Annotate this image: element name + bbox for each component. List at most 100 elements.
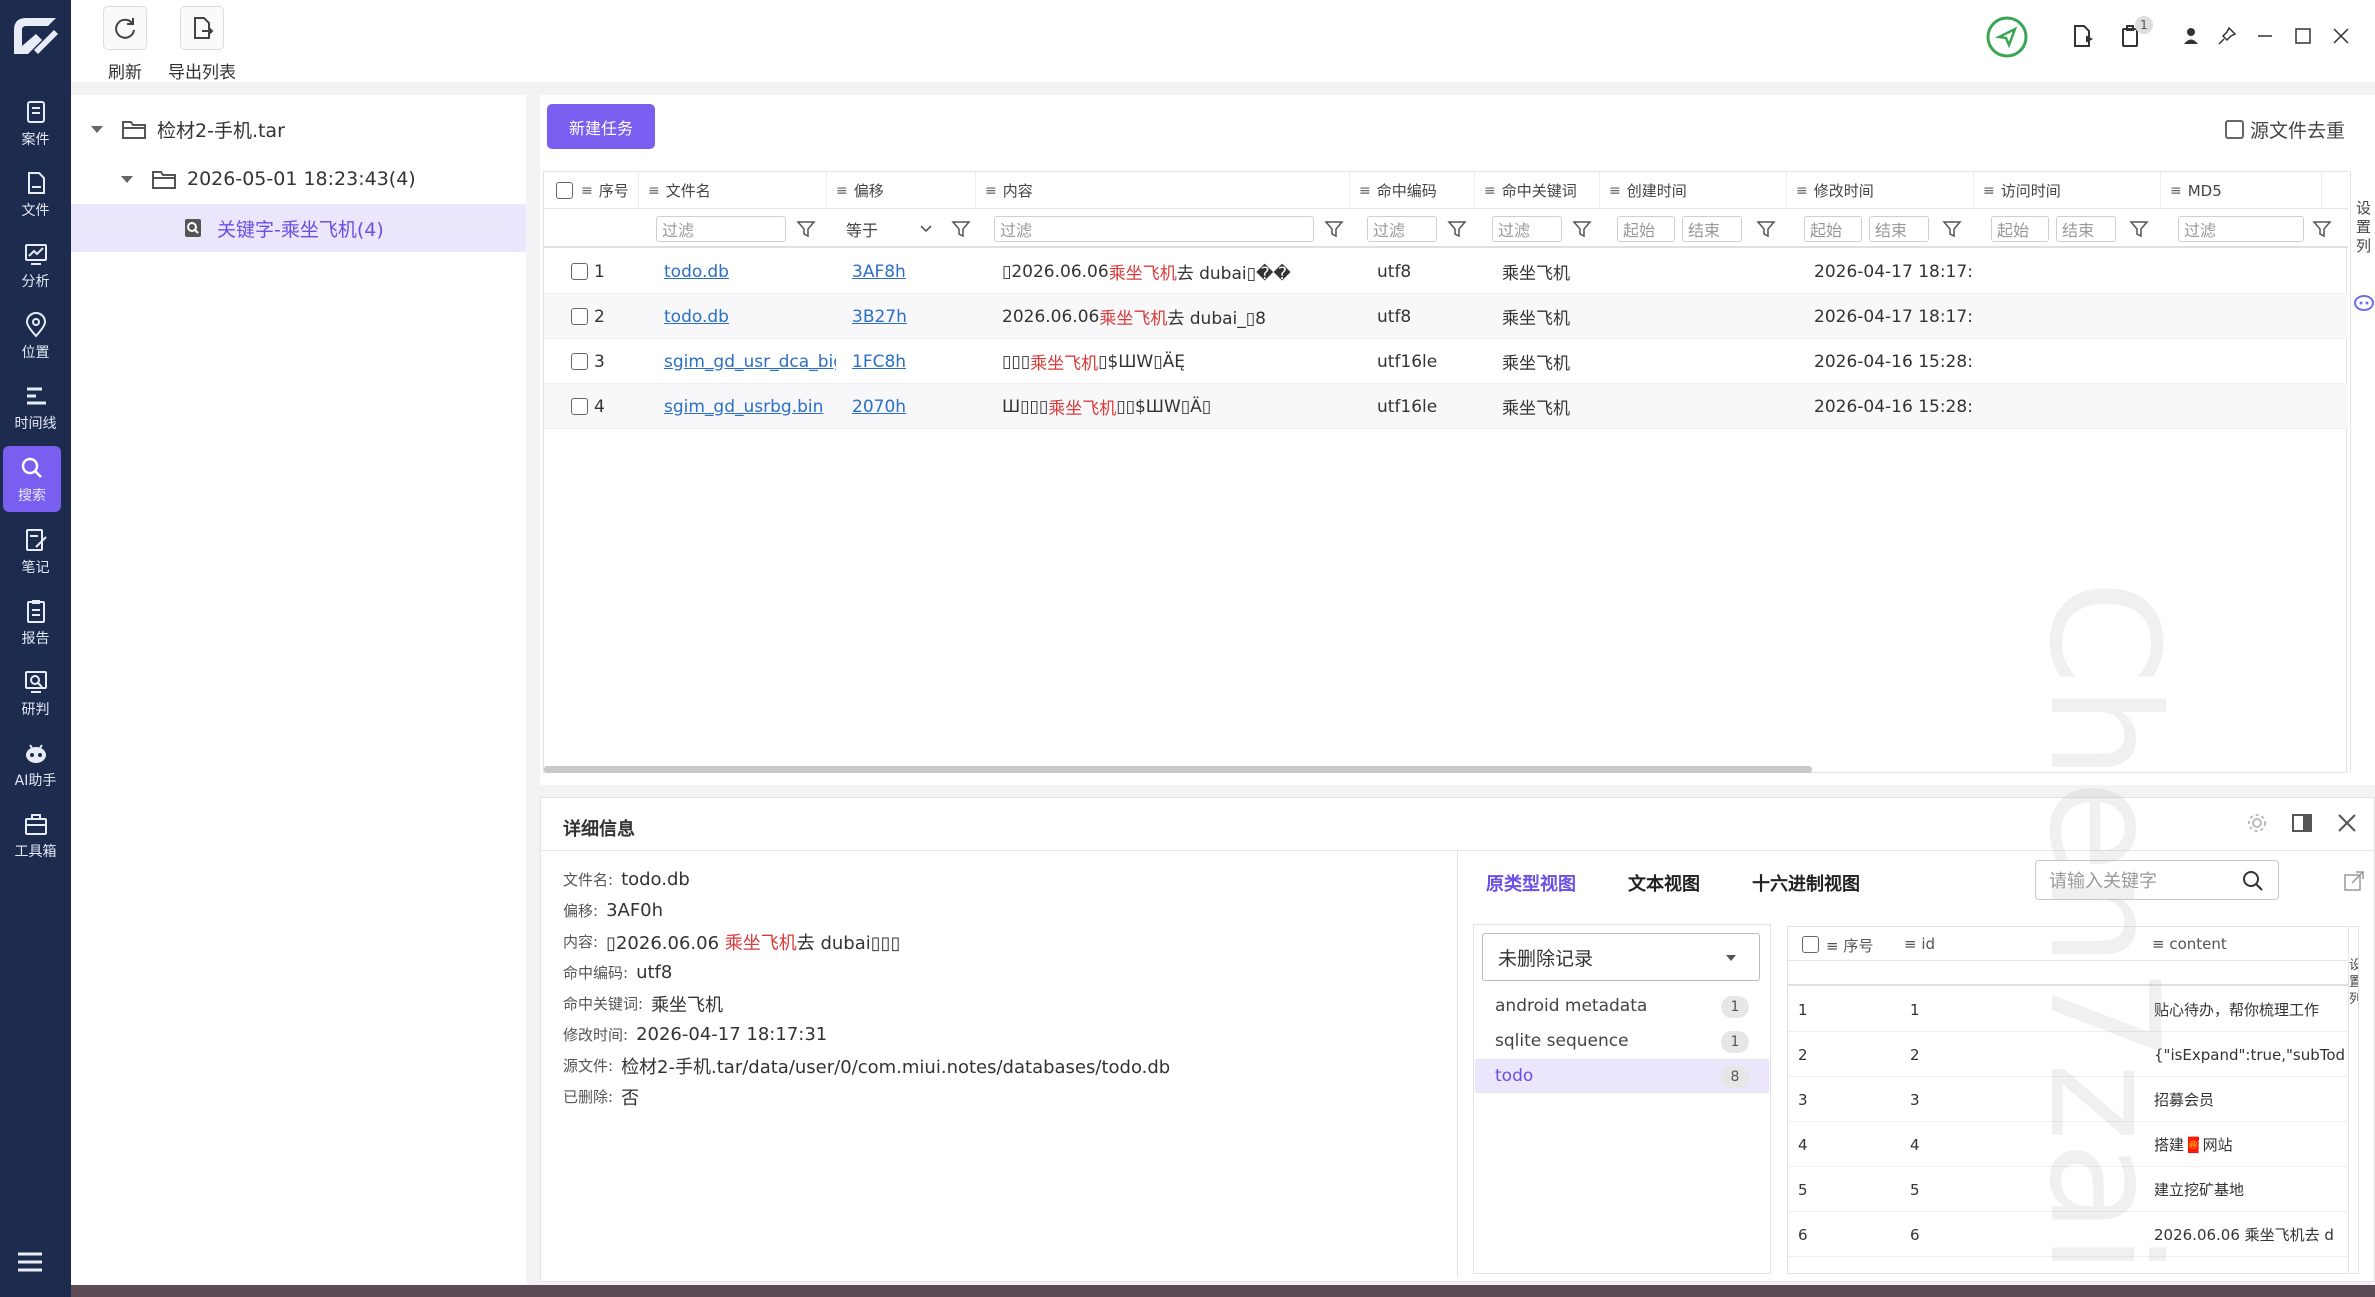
dedup-toggle[interactable]: 源文件去重 bbox=[2224, 116, 2345, 143]
table-row[interactable]: 4 4 搭建🧧网站 bbox=[1788, 1122, 2348, 1167]
nav-judge[interactable]: 研判 bbox=[0, 660, 71, 726]
file-link[interactable]: sgim_gd_usr_dca_bigra bbox=[664, 339, 836, 384]
settings-column-tab[interactable]: 设置列 bbox=[2348, 927, 2358, 1273]
filter-modified-end[interactable]: 结束 bbox=[1869, 216, 1929, 242]
new-task-button[interactable]: 新建任务 bbox=[547, 104, 655, 149]
col-header-content[interactable]: ≡ 内容 bbox=[977, 172, 1350, 209]
dedup-checkbox[interactable] bbox=[2224, 120, 2244, 139]
col-header-index[interactable]: ≡ 序号 bbox=[544, 172, 639, 209]
nav-search[interactable]: 搜索 bbox=[3, 446, 61, 512]
table-row[interactable]: 3 sgim_gd_usr_dca_bigra 1FC8h ▯▯▯乘坐飞机 ▯$… bbox=[544, 339, 2348, 384]
filter-content[interactable]: 过滤 bbox=[994, 216, 1314, 242]
col-header-seq[interactable]: ≡ 序号 bbox=[1826, 935, 1873, 956]
nav-notes[interactable]: 笔记 bbox=[0, 518, 71, 584]
tree-node-child[interactable]: 2026-05-01 18:23:43(4) bbox=[119, 159, 416, 199]
tree-node-root[interactable]: 检材2-手机.tar bbox=[89, 109, 285, 149]
refresh-button[interactable]: 刷新 bbox=[103, 6, 147, 83]
offset-link[interactable]: 3B27h bbox=[852, 294, 907, 339]
file-link[interactable]: todo.db bbox=[664, 249, 824, 294]
close-window-button[interactable] bbox=[2327, 22, 2355, 50]
minimize-button[interactable] bbox=[2251, 22, 2279, 50]
import-button[interactable] bbox=[2069, 22, 2097, 50]
menu-icon[interactable] bbox=[16, 1250, 44, 1274]
filter-created-end[interactable]: 结束 bbox=[1682, 216, 1742, 242]
filter-icon[interactable] bbox=[1756, 219, 1776, 239]
nav-report[interactable]: 报告 bbox=[0, 589, 71, 655]
col-header-encoding[interactable]: ≡ 命中编码 bbox=[1351, 172, 1475, 209]
offset-link[interactable]: 3AF8h bbox=[852, 249, 906, 294]
gear-icon[interactable] bbox=[2246, 812, 2268, 834]
filter-icon[interactable] bbox=[951, 219, 971, 239]
nav-files[interactable]: 文件 bbox=[0, 161, 71, 227]
col-header-filename[interactable]: ≡ 文件名 bbox=[640, 172, 827, 209]
file-link[interactable]: todo.db bbox=[664, 294, 824, 339]
task-list-button[interactable]: 1 bbox=[2117, 16, 2153, 50]
table-row[interactable]: 1 1 贴心待办，帮你梳理工作 bbox=[1788, 987, 2348, 1032]
table-list-item[interactable]: todo 8 bbox=[1475, 1059, 1769, 1093]
row-checkbox[interactable] bbox=[571, 263, 588, 280]
filter-icon[interactable] bbox=[1942, 219, 1962, 239]
robot-icon[interactable] bbox=[2353, 291, 2375, 311]
nav-case[interactable]: 案件 bbox=[0, 90, 71, 156]
col-header-content[interactable]: ≡ content bbox=[2152, 935, 2227, 953]
col-header-md5[interactable]: ≡ MD5 bbox=[2162, 172, 2322, 209]
send-button[interactable] bbox=[1985, 15, 2029, 59]
col-header-created[interactable]: ≡ 创建时间 bbox=[1601, 172, 1787, 209]
filter-icon[interactable] bbox=[2129, 219, 2149, 239]
close-icon[interactable] bbox=[2336, 812, 2358, 834]
col-header-accessed[interactable]: ≡ 访问时间 bbox=[1975, 172, 2161, 209]
row-checkbox[interactable] bbox=[571, 398, 588, 415]
tab-native-view[interactable]: 原类型视图 bbox=[1486, 870, 1576, 896]
record-filter-select[interactable]: 未删除记录 bbox=[1482, 933, 1760, 981]
file-link[interactable]: sgim_gd_usrbg.bin bbox=[664, 384, 824, 429]
filter-icon[interactable] bbox=[1572, 219, 1592, 239]
settings-column-tab[interactable]: 设置列 bbox=[2350, 171, 2375, 773]
table-row[interactable]: 2 2 {"isExpand":true,"subTod bbox=[1788, 1032, 2348, 1077]
table-row[interactable]: 6 6 2026.06.06 乘坐飞机去 d bbox=[1788, 1212, 2348, 1257]
table-row[interactable]: 5 5 建立挖矿基地 bbox=[1788, 1167, 2348, 1212]
table-row[interactable]: 3 3 招募会员 bbox=[1788, 1077, 2348, 1122]
filter-encoding[interactable]: 过滤 bbox=[1367, 216, 1437, 242]
filter-modified-start[interactable]: 起始 bbox=[1804, 216, 1862, 242]
open-external-icon[interactable] bbox=[2343, 870, 2365, 892]
nav-toolbox[interactable]: 工具箱 bbox=[0, 802, 71, 868]
filter-icon[interactable] bbox=[2312, 219, 2332, 239]
nav-analysis[interactable]: 分析 bbox=[0, 232, 71, 298]
tree-node-keyword[interactable]: 关键字-乘坐飞机(4) bbox=[71, 204, 526, 252]
offset-link[interactable]: 2070h bbox=[852, 384, 906, 429]
caret-down-icon[interactable] bbox=[89, 123, 105, 135]
user-button[interactable] bbox=[2177, 22, 2205, 50]
nav-ai-assistant[interactable]: AI助手 bbox=[0, 731, 71, 797]
filter-icon[interactable] bbox=[1447, 219, 1467, 239]
horizontal-scrollbar[interactable] bbox=[544, 766, 1812, 773]
col-header-keyword[interactable]: ≡ 命中关键词 bbox=[1476, 172, 1600, 209]
tab-text-view[interactable]: 文本视图 bbox=[1628, 870, 1700, 896]
filter-icon[interactable] bbox=[796, 219, 816, 239]
split-view-icon[interactable] bbox=[2291, 812, 2313, 834]
col-header-modified[interactable]: ≡ 修改时间 bbox=[1788, 172, 1974, 209]
filter-keyword[interactable]: 过滤 bbox=[1492, 216, 1562, 242]
keyword-search-input[interactable]: 请输入关键字 bbox=[2035, 860, 2279, 900]
table-row[interactable]: 2 todo.db 3B27h 2026.06.06 乘坐飞机去 dubai_▯… bbox=[544, 294, 2348, 339]
export-list-button[interactable]: 导出列表 bbox=[168, 6, 236, 83]
filter-accessed-end[interactable]: 结束 bbox=[2056, 216, 2116, 242]
filter-offset-operator[interactable]: 等于 bbox=[841, 216, 933, 242]
table-list-item[interactable]: sqlite sequence 1 bbox=[1475, 1024, 1769, 1058]
filter-accessed-start[interactable]: 起始 bbox=[1991, 216, 2049, 242]
select-all-checkbox[interactable] bbox=[1802, 936, 1819, 953]
col-header-offset[interactable]: ≡ 偏移 bbox=[828, 172, 976, 209]
filter-filename[interactable]: 过滤 bbox=[656, 216, 786, 242]
filter-created-start[interactable]: 起始 bbox=[1617, 216, 1675, 242]
maximize-button[interactable] bbox=[2289, 22, 2317, 50]
pin-button[interactable] bbox=[2213, 22, 2241, 50]
table-row[interactable]: 1 todo.db 3AF8h ▯2026.06.06 乘坐飞机去 dubai▯… bbox=[544, 249, 2348, 294]
filter-icon[interactable] bbox=[1324, 219, 1344, 239]
select-all-checkbox[interactable] bbox=[556, 182, 573, 199]
table-list-item[interactable]: android metadata 1 bbox=[1475, 989, 1769, 1023]
filter-md5[interactable]: 过滤 bbox=[2178, 216, 2304, 242]
row-checkbox[interactable] bbox=[571, 308, 588, 325]
search-icon[interactable] bbox=[2242, 870, 2264, 892]
caret-down-icon[interactable] bbox=[119, 173, 135, 185]
nav-location[interactable]: 位置 bbox=[0, 303, 71, 369]
tab-hex-view[interactable]: 十六进制视图 bbox=[1752, 870, 1860, 896]
